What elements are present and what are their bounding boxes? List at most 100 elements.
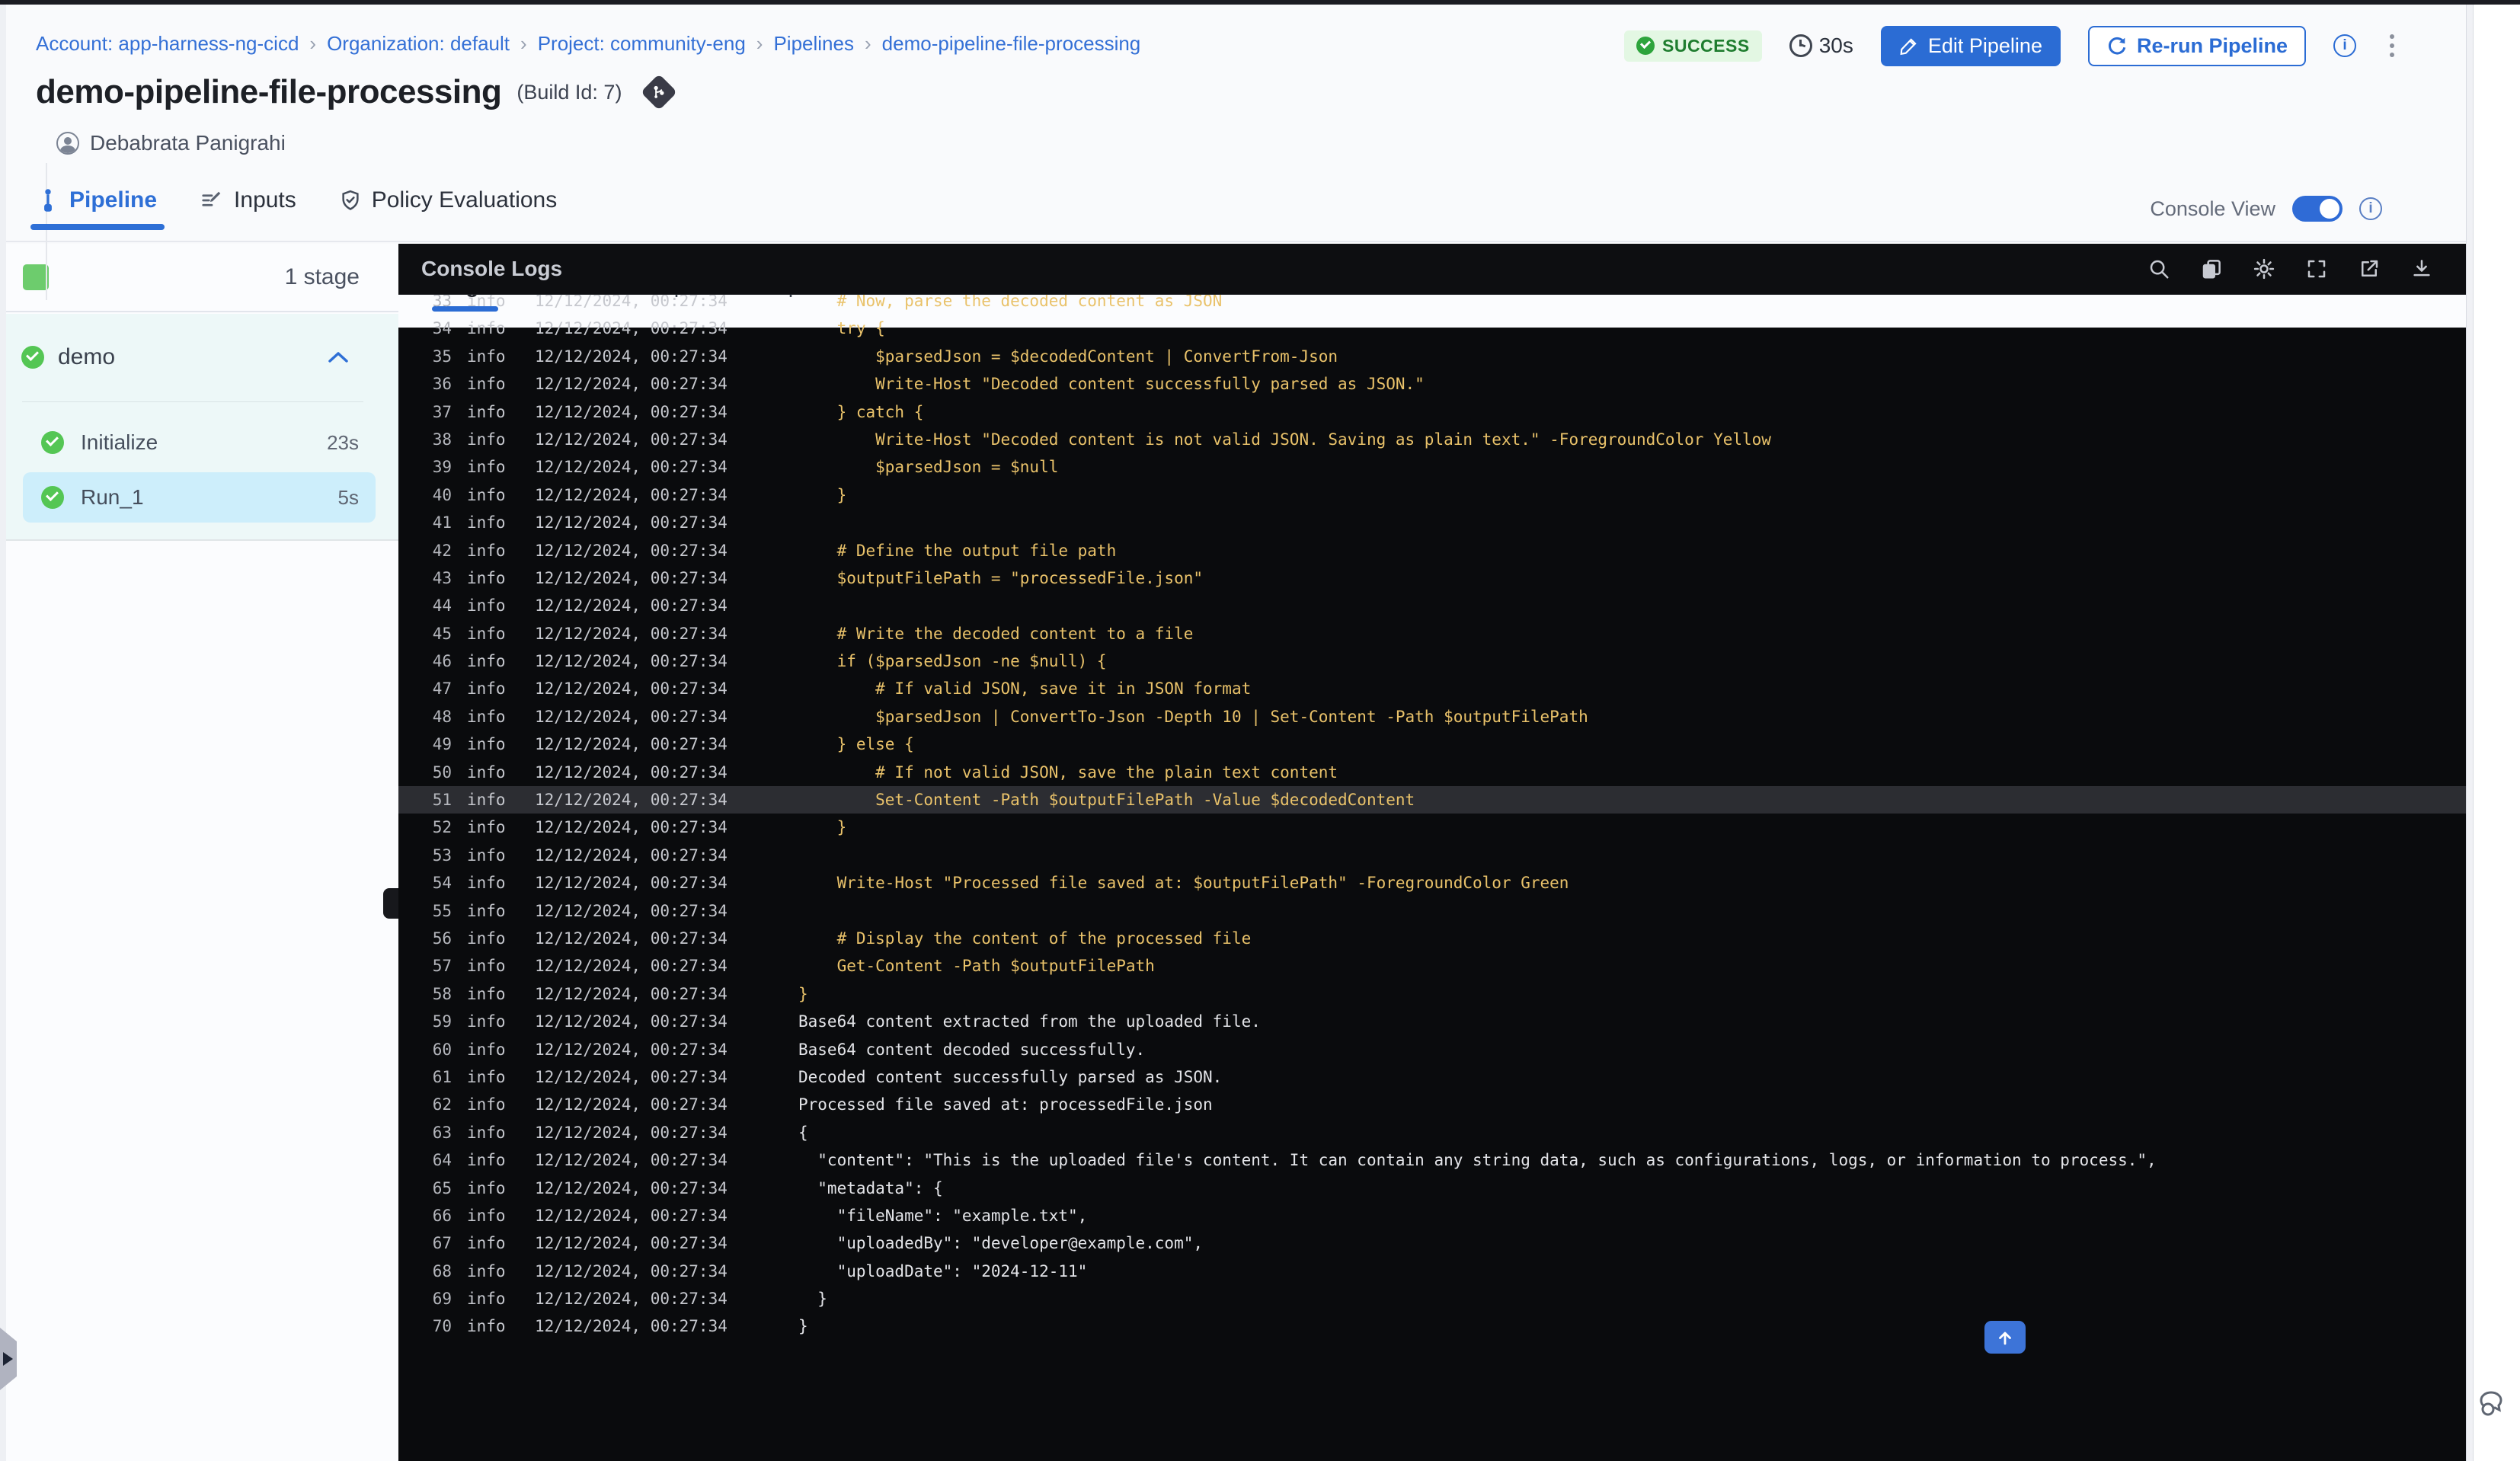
log-line-69: 69 info 12/12/2024, 00:27:34 }: [398, 1285, 2466, 1312]
log-line-number: 43: [432, 568, 452, 587]
step-duration: 5s: [337, 485, 359, 509]
log-timestamp: 12/12/2024, 00:27:34: [535, 1151, 728, 1170]
log-line-35: 35 info 12/12/2024, 00:27:34 $parsedJson =…: [398, 343, 2466, 370]
step-list: Initialize 23s Run_1 5s: [0, 413, 398, 523]
log-line-number: 45: [432, 624, 452, 643]
tab-label: Pipeline: [69, 187, 158, 213]
log-message: Base64 content extracted from the upload…: [798, 1012, 1261, 1031]
log-level: info: [467, 1095, 506, 1114]
log-level: info: [467, 430, 506, 449]
edit-pipeline-button[interactable]: Edit Pipeline: [1880, 25, 2061, 66]
log-line-number: 64: [432, 1151, 452, 1170]
pipeline-icon: [37, 188, 59, 213]
log-timestamp: 12/12/2024, 00:27:34: [535, 430, 728, 449]
git-icon[interactable]: [641, 73, 678, 111]
log-timestamp: 12/12/2024, 00:27:34: [535, 679, 728, 699]
log-line-53: 53 info 12/12/2024, 00:27:34: [398, 842, 2466, 869]
log-line-number: 59: [432, 1012, 452, 1031]
page-scrollbar[interactable]: [2466, 5, 2474, 1461]
log-line-number: 52: [432, 818, 452, 837]
log-message: $outputFilePath = "processedFile.json": [798, 568, 1204, 587]
log-level: info: [467, 1261, 506, 1280]
log-line-48: 48 info 12/12/2024, 00:27:34 $parsedJson |…: [398, 703, 2466, 730]
support-chat-icon[interactable]: [2477, 1386, 2514, 1423]
status-cluster: SUCCESS 30s Edit Pipeline Re-run Pipelin…: [1624, 24, 2400, 67]
log-message: Write-Host "Decoded content is not valid…: [798, 430, 1771, 449]
window-top-strip: [0, 0, 2520, 5]
play-icon: [3, 1352, 13, 1366]
log-message: }: [798, 485, 847, 504]
execution-sidebar: 1 stage demo Initialize 23s Run_1 5s: [0, 244, 398, 1461]
breadcrumb-separator: ›: [756, 31, 763, 55]
log-level: info: [467, 901, 506, 920]
up-arrow-icon: [1999, 1332, 2011, 1344]
log-line-61: 61 info 12/12/2024, 00:27:34 Decoded conten…: [398, 1063, 2466, 1091]
log-timestamp: 12/12/2024, 00:27:34: [535, 1290, 728, 1309]
log-message: # Define the output file path: [798, 541, 1117, 560]
log-level: info: [467, 1317, 506, 1336]
breadcrumb-link[interactable]: Project: community-eng: [538, 32, 746, 56]
log-timestamp: 12/12/2024, 00:27:34: [535, 375, 728, 394]
log-timestamp: 12/12/2024, 00:27:34: [535, 319, 728, 338]
tab-pipeline[interactable]: Pipeline: [30, 187, 165, 230]
step-row-run_1[interactable]: Run_1 5s: [23, 472, 376, 523]
stage-row-demo[interactable]: demo: [0, 335, 398, 379]
log-message: # Display the content of the processed f…: [798, 929, 1252, 948]
tab-policy-evaluations[interactable]: Policy Evaluations: [339, 187, 557, 230]
chevron-up-icon[interactable]: [327, 350, 350, 365]
breadcrumb-link[interactable]: Pipelines: [773, 32, 854, 56]
log-timestamp: 12/12/2024, 00:27:34: [535, 818, 728, 837]
log-timestamp: 12/12/2024, 00:27:34: [535, 762, 728, 782]
log-message: }: [798, 1317, 808, 1336]
scroll-to-top-button[interactable]: [1984, 1321, 2026, 1354]
log-message: $parsedJson = $null: [798, 458, 1059, 477]
left-edge-strip: [0, 5, 6, 1461]
tab-inputs[interactable]: Inputs: [200, 187, 296, 230]
info-icon[interactable]: i: [2333, 34, 2356, 57]
step-name: Run_1: [81, 485, 144, 509]
log-level: info: [467, 1206, 506, 1225]
page-title-row: demo-pipeline-file-processing (Build Id:…: [36, 70, 678, 114]
clock-icon: [1789, 34, 1812, 57]
log-message: if ($parsedJson -ne $null) {: [798, 652, 1107, 671]
breadcrumb-link[interactable]: Account: app-harness-ng-cicd: [36, 32, 299, 56]
log-message: "metadata": {: [798, 1178, 943, 1197]
breadcrumb-separator: ›: [309, 31, 317, 55]
log-message: "fileName": "example.txt",: [798, 1206, 1088, 1225]
duration: 30s: [1789, 34, 1853, 58]
log-timestamp: 12/12/2024, 00:27:34: [535, 1123, 728, 1142]
log-timestamp: 12/12/2024, 00:27:34: [535, 624, 728, 643]
step-row-initialize[interactable]: Initialize 23s: [23, 417, 376, 468]
log-line-42: 42 info 12/12/2024, 00:27:34 # Define the …: [398, 537, 2466, 564]
log-message: } catch {: [798, 402, 924, 421]
log-message: } else {: [798, 735, 914, 754]
rerun-pipeline-button[interactable]: Re-run Pipeline: [2087, 25, 2306, 66]
page-header: Account: app-harness-ng-cicd › Organizatio…: [0, 5, 2466, 300]
harness-pipeline-execution-page: Account: app-harness-ng-cicd › Organizatio…: [0, 0, 2520, 1461]
log-timestamp: 12/12/2024, 00:27:34: [535, 347, 728, 366]
console-view-toggle[interactable]: [2292, 196, 2343, 222]
duration-value: 30s: [1818, 34, 1853, 57]
console-resize-handle[interactable]: [383, 888, 398, 919]
log-timestamp: 12/12/2024, 00:27:34: [535, 458, 728, 477]
log-level: info: [467, 762, 506, 782]
log-timestamp: 12/12/2024, 00:27:34: [535, 846, 728, 865]
log-line-66: 66 info 12/12/2024, 00:27:34 "fileName": "…: [398, 1202, 2466, 1229]
log-level: info: [467, 957, 506, 976]
log-message: # If not valid JSON, save the plain text…: [798, 762, 1338, 782]
log-line-62: 62 info 12/12/2024, 00:27:34 Processed file…: [398, 1091, 2466, 1118]
log-line-number: 65: [432, 1178, 452, 1197]
log-message: }: [798, 1290, 827, 1309]
log-line-number: 49: [432, 735, 452, 754]
breadcrumb-link[interactable]: demo-pipeline-file-processing: [882, 32, 1141, 56]
more-options-menu[interactable]: [2384, 31, 2400, 60]
log-timestamp: 12/12/2024, 00:27:34: [535, 1067, 728, 1086]
console-view-info-icon[interactable]: i: [2359, 197, 2382, 220]
log-level: info: [467, 541, 506, 560]
breadcrumb-link[interactable]: Organization: default: [327, 32, 510, 56]
log-line-39: 39 info 12/12/2024, 00:27:34 $parsedJson =…: [398, 453, 2466, 481]
header-tabs: Pipeline Inputs Policy Evaluations: [30, 187, 557, 241]
log-line-number: 47: [432, 679, 452, 699]
log-level: info: [467, 984, 506, 1003]
log-timestamp: 12/12/2024, 00:27:34: [535, 1178, 728, 1197]
